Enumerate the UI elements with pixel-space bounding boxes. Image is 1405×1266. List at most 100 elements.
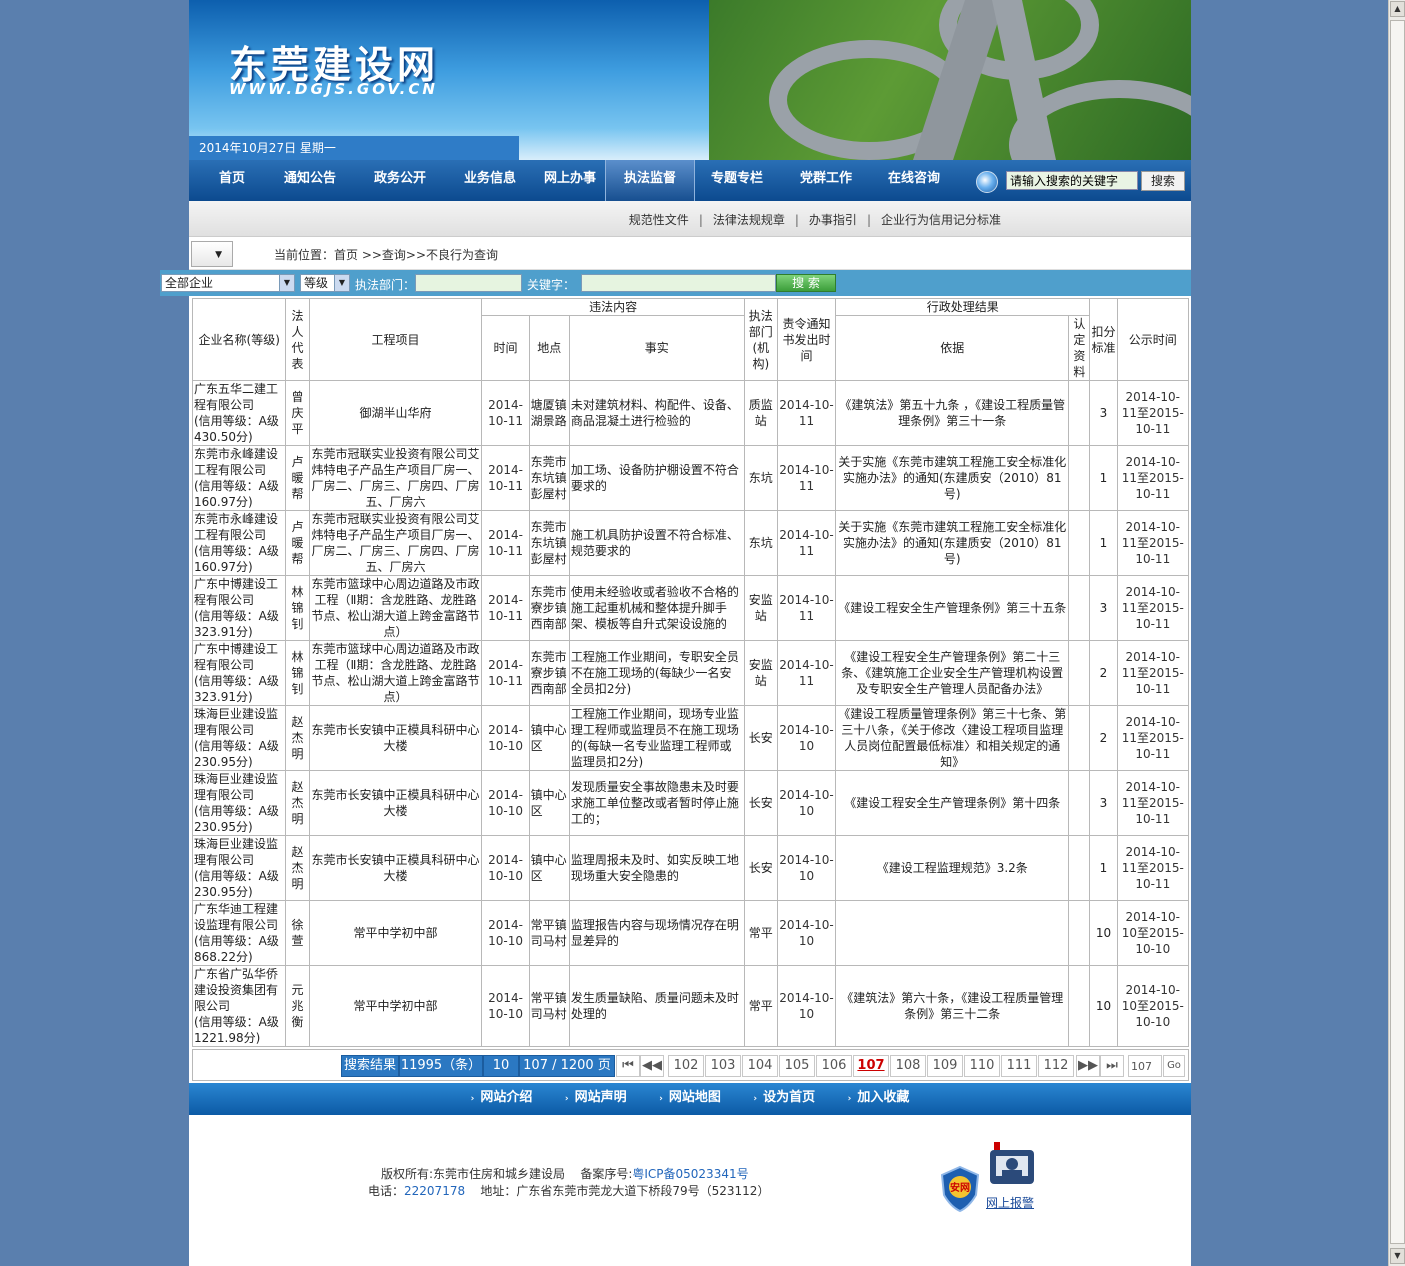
cell-confirm bbox=[1068, 965, 1091, 1047]
cell-notice: 2014-10-11 bbox=[776, 445, 837, 511]
table-row: 珠海巨业建设监理有限公司 (信用等级：A级230.95分) 赵杰明 东莞市长安镇中正模… bbox=[191, 705, 1190, 771]
deduct-value: 10 bbox=[1095, 999, 1112, 1013]
search-button[interactable]: 搜索 bbox=[1141, 171, 1185, 191]
page-link[interactable]: 112 bbox=[1038, 1055, 1074, 1077]
cell-fact: 监理周报未及时、如实反映工地现场重大安全隐患的 bbox=[568, 835, 745, 901]
publish-value: 2014-10-10至2015-10-10 bbox=[1121, 910, 1184, 956]
cell-company: 广东中博建设工程有限公司 (信用等级：A级323.91分) bbox=[191, 640, 287, 706]
nav-online-consult[interactable]: 在线咨询 bbox=[873, 160, 955, 201]
last-page-icon[interactable]: ⏭ bbox=[1100, 1055, 1124, 1077]
first-page-icon[interactable]: ⏮ bbox=[616, 1055, 640, 1077]
nav-party-work[interactable]: 党群工作 bbox=[779, 160, 873, 201]
nav-special-topics[interactable]: 专题专栏 bbox=[695, 160, 779, 201]
page-link[interactable]: 107 bbox=[853, 1055, 889, 1077]
table-row: 珠海巨业建设监理有限公司 (信用等级：A级230.95分) 赵杰明 东莞市长安镇中正模… bbox=[191, 835, 1190, 901]
cell-project: 东莞市长安镇中正模具科研中心大楼 bbox=[308, 835, 483, 901]
header-place: 地点 bbox=[528, 315, 570, 381]
cell-project: 御湖半山华府 bbox=[308, 380, 483, 446]
project-value: 东莞市冠联实业投资有限公司艾炜特电子产品生产项目厂房一、厂房二、厂房三、厂房四、… bbox=[311, 512, 480, 574]
table-row: 广东中博建设工程有限公司 (信用等级：A级323.91分) 林锦钊 东莞市篮球中心周边… bbox=[191, 640, 1190, 706]
subnav-credit-standard[interactable]: 企业行为信用记分标准 bbox=[881, 213, 1001, 227]
company-name: 珠海巨业建设监理有限公司 bbox=[194, 707, 279, 737]
legal-value: 赵杰明 bbox=[291, 715, 304, 761]
subnav-laws[interactable]: 法律法规规章 bbox=[713, 213, 785, 227]
next-page-icon[interactable]: ▶▶ bbox=[1076, 1055, 1100, 1077]
cell-time: 2014-10-10 bbox=[481, 770, 530, 836]
place-value: 东莞市寮步镇西南部 bbox=[530, 650, 567, 696]
legal-value: 曾庆平 bbox=[291, 390, 304, 436]
violation-table: 企业名称(等级) 法人代表 工程项目 违法内容 执法部门(机构) 责令通知书发出… bbox=[191, 298, 1190, 1047]
deduct-value: 10 bbox=[1095, 926, 1112, 940]
cell-basis bbox=[835, 900, 1070, 966]
deduct-value: 1 bbox=[1099, 471, 1108, 485]
cell-dept: 常平 bbox=[743, 965, 778, 1047]
nav-notices[interactable]: 通知公告 bbox=[265, 160, 355, 201]
cell-dept: 安监站 bbox=[743, 575, 778, 641]
breadcrumb-bar: ▼ 当前位置：首页 >>查询>>不良行为查询 bbox=[189, 238, 1191, 270]
subnav-normative-docs[interactable]: 规范性文件 bbox=[629, 213, 689, 227]
filter-search-button[interactable]: 搜 索 bbox=[776, 274, 836, 292]
time-value: 2014-10-11 bbox=[488, 658, 523, 688]
notice-value: 2014-10-10 bbox=[779, 853, 834, 883]
keyword-input[interactable] bbox=[581, 274, 776, 292]
prev-page-icon[interactable]: ◀◀ bbox=[640, 1055, 664, 1077]
page-link[interactable]: 104 bbox=[742, 1055, 778, 1077]
cell-legal: 赵杰明 bbox=[285, 705, 310, 771]
page-link[interactable]: 110 bbox=[964, 1055, 1000, 1077]
basis-value: 《建设工程质量管理条例》第三十七条、第三十八条，《关于修改〈建设工程项目监理人员… bbox=[838, 707, 1067, 769]
cell-dept: 常平 bbox=[743, 900, 778, 966]
nav-online-services[interactable]: 网上办事 bbox=[535, 160, 605, 201]
company-name: 广东五华二建工程有限公司 bbox=[194, 382, 279, 412]
cell-publish: 2014-10-11至2015-10-11 bbox=[1116, 445, 1190, 511]
page-link[interactable]: 108 bbox=[890, 1055, 926, 1077]
keyword-label: 关键字： bbox=[527, 278, 576, 292]
subnav-guide[interactable]: 办事指引 bbox=[809, 213, 857, 227]
scroll-thumb[interactable] bbox=[1390, 20, 1405, 1244]
company-name: 珠海巨业建设监理有限公司 bbox=[194, 837, 279, 867]
cell-time: 2014-10-11 bbox=[481, 380, 530, 446]
page-link[interactable]: 109 bbox=[927, 1055, 963, 1077]
time-value: 2014-10-11 bbox=[488, 528, 523, 558]
enterprise-select[interactable]: 全部企业 ▼ bbox=[161, 274, 295, 292]
page-link[interactable]: 103 bbox=[705, 1055, 741, 1077]
project-value: 东莞市长安镇中正模具科研中心大楼 bbox=[311, 723, 480, 753]
place-value: 常平镇司马村 bbox=[530, 991, 567, 1021]
cell-basis: 《建设工程安全生产管理条例》第十四条 bbox=[835, 770, 1070, 836]
dept-input[interactable] bbox=[415, 274, 522, 292]
page-link[interactable]: 105 bbox=[779, 1055, 815, 1077]
basis-value: 关于实施《东莞市建筑工程施工安全标准化实施办法》的通知(东建质安（2010）81… bbox=[838, 455, 1067, 501]
nav-gov-affairs[interactable]: 政务公开 bbox=[355, 160, 445, 201]
nav-business-info[interactable]: 业务信息 bbox=[445, 160, 535, 201]
scroll-down-icon[interactable]: ▼ bbox=[1390, 1248, 1405, 1264]
fact-value: 施工机具防护设置不符合标准、规范要求的 bbox=[570, 528, 739, 558]
scroll-up-icon[interactable]: ▲ bbox=[1390, 1, 1405, 17]
page-link[interactable]: 106 bbox=[816, 1055, 852, 1077]
publish-value: 2014-10-10至2015-10-10 bbox=[1121, 983, 1184, 1029]
site-url: WWW.DGJS.GOV.CN bbox=[229, 80, 438, 98]
nav-home[interactable]: 首页 bbox=[199, 160, 265, 201]
time-value: 2014-10-10 bbox=[488, 991, 523, 1021]
notice-value: 2014-10-10 bbox=[779, 918, 834, 948]
table-row: 广东五华二建工程有限公司 (信用等级：A级430.50分) 曾庆平 御湖半山华府 201… bbox=[191, 380, 1190, 446]
vertical-scrollbar[interactable]: ▲ ▼ bbox=[1388, 0, 1405, 1266]
level-select[interactable]: 等级 ▼ bbox=[300, 274, 350, 292]
page-link[interactable]: 111 bbox=[1001, 1055, 1037, 1077]
cell-deduct: 2 bbox=[1089, 640, 1118, 706]
cell-confirm bbox=[1068, 640, 1091, 706]
search-input[interactable] bbox=[1006, 171, 1138, 190]
cell-fact: 工程施工作业期间，现场专业监理工程师或监理员不在施工现场的(每缺一名专业监理工程… bbox=[568, 705, 745, 771]
page-jump-input[interactable] bbox=[1128, 1055, 1162, 1077]
dept-value: 常平 bbox=[748, 926, 773, 940]
project-value: 东莞市篮球中心周边道路及市政工程（Ⅱ期：含龙胜路、龙胜路节点、松山湖大道上跨金富… bbox=[311, 577, 480, 639]
project-value: 东莞市篮球中心周边道路及市政工程（Ⅱ期：含龙胜路、龙胜路节点、松山湖大道上跨金富… bbox=[311, 642, 480, 704]
project-value: 常平中学初中部 bbox=[353, 999, 438, 1013]
deduct-value: 1 bbox=[1099, 536, 1108, 550]
nav-law-enforcement[interactable]: 执法监督 bbox=[605, 160, 695, 201]
cell-legal: 徐萱 bbox=[285, 900, 310, 966]
page-go-button[interactable]: Go bbox=[1163, 1055, 1185, 1077]
fact-value: 工程施工作业期间，专职安全员不在施工现场的(每缺少一名安全员扣2分) bbox=[570, 650, 739, 696]
company-name: 东莞市永峰建设工程有限公司 bbox=[194, 512, 279, 542]
chevron-down-icon[interactable]: ▼ bbox=[191, 241, 233, 267]
page-link[interactable]: 102 bbox=[668, 1055, 704, 1077]
cell-company: 珠海巨业建设监理有限公司 (信用等级：A级230.95分) bbox=[191, 835, 287, 901]
